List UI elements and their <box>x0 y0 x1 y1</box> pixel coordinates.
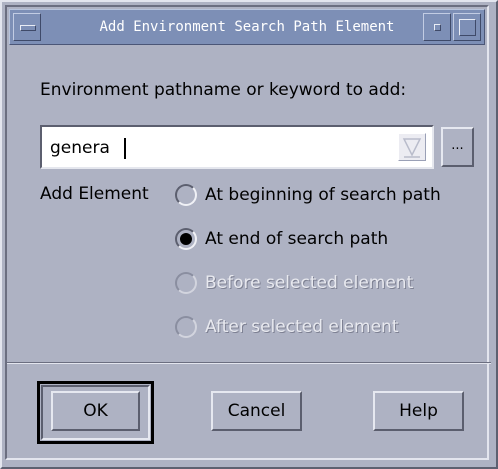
window-menu-icon[interactable] <box>13 13 41 41</box>
radio-label: After selected element <box>205 317 399 337</box>
pathname-combo-box[interactable] <box>40 125 434 169</box>
radio-label: Before selected element <box>205 273 414 293</box>
radio-label: At beginning of search path <box>205 185 441 205</box>
separator <box>7 362 491 364</box>
cancel-button[interactable]: Cancel <box>211 391 302 431</box>
help-button[interactable]: Help <box>373 391 464 431</box>
text-cursor <box>124 138 126 159</box>
pathname-input[interactable] <box>50 137 390 159</box>
minimize-icon[interactable] <box>423 13 451 41</box>
radio-at-beginning[interactable]: At beginning of search path <box>175 184 441 206</box>
radio-at-end[interactable]: At end of search path <box>175 228 388 250</box>
add-element-label: Add Element <box>40 184 149 204</box>
maximize-icon[interactable] <box>453 13 481 41</box>
radio-button-selected-icon[interactable] <box>175 228 197 250</box>
radio-after-selected: After selected element <box>175 316 399 338</box>
radio-before-selected: Before selected element <box>175 272 413 294</box>
dropdown-arrow-icon[interactable] <box>398 133 426 161</box>
radio-button-icon[interactable] <box>175 184 197 206</box>
pathname-prompt-label: Environment pathname or keyword to add: <box>40 80 407 100</box>
radio-button-icon <box>175 316 197 338</box>
browse-button[interactable]: ... <box>441 127 474 167</box>
radio-button-icon <box>175 272 197 294</box>
ok-button[interactable]: OK <box>51 391 140 431</box>
window-title: Add Environment Search Path Element <box>99 19 395 35</box>
radio-label: At end of search path <box>205 229 389 249</box>
title-bar[interactable]: Add Environment Search Path Element <box>9 9 485 45</box>
